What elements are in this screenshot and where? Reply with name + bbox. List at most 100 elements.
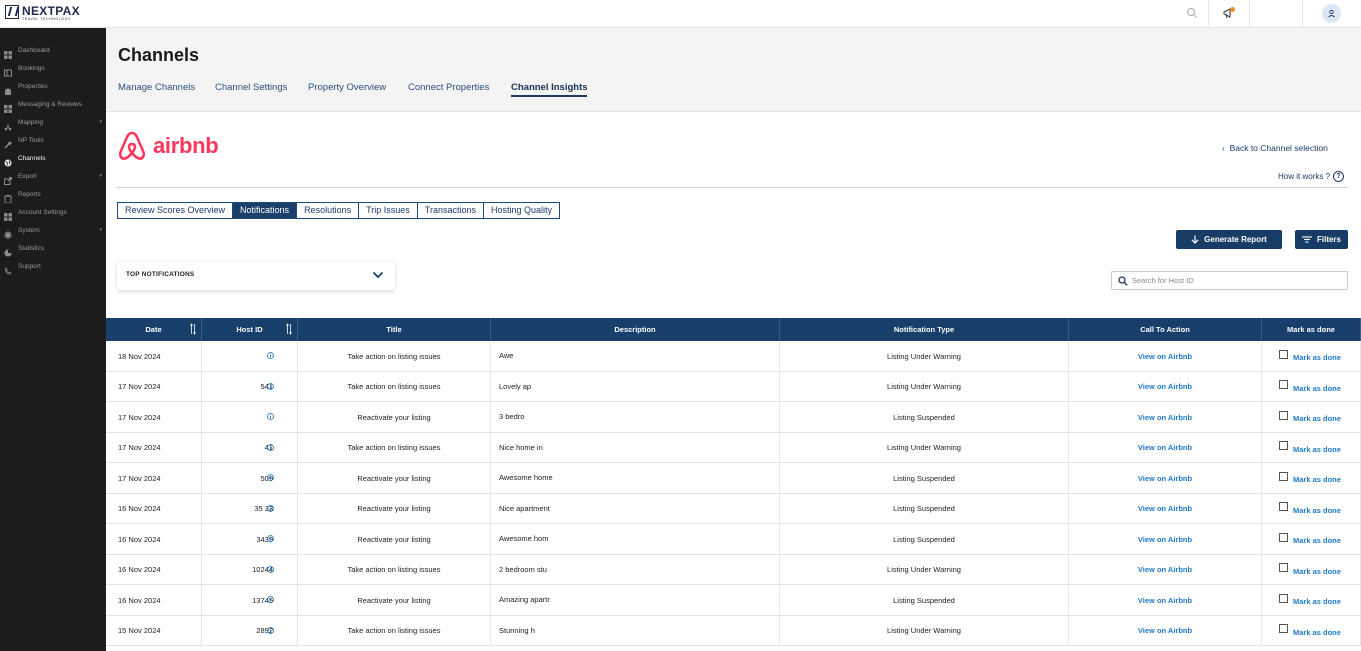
mark-as-done-toggle[interactable]: Mark as done: [1279, 441, 1341, 454]
help-icon: ?: [1333, 171, 1345, 182]
sidebar-item-dashboard[interactable]: Dashboard: [0, 41, 106, 59]
view-on-airbnb-link[interactable]: View on Airbnb: [1138, 352, 1192, 361]
airbnb-logo: airbnb: [117, 130, 219, 162]
sidebar-item-reports[interactable]: Reports: [0, 185, 106, 204]
top-notifications-dropdown[interactable]: TOP NOTIFICATIONS: [117, 262, 395, 290]
mark-as-done-checkbox[interactable]: [1279, 441, 1288, 450]
mark-as-done-toggle[interactable]: Mark as done: [1279, 593, 1341, 606]
mark-as-done-checkbox[interactable]: [1279, 593, 1288, 603]
tab-manage-channels[interactable]: Manage Channels: [118, 82, 195, 93]
nextpax-logo[interactable]: NEXTPAX TRAVEL TECHNOLOGY: [5, 5, 80, 21]
sidebar-item-channels[interactable]: Channels: [0, 149, 106, 167]
sidebar-item-support[interactable]: Support: [0, 257, 106, 275]
sidebar-item-messaging-reviews[interactable]: Messaging & Reviews: [0, 95, 106, 113]
back-to-channel-selection-link[interactable]: ‹ Back to Channel selection: [1222, 143, 1328, 153]
view-on-airbnb-link[interactable]: View on Airbnb: [1138, 504, 1192, 513]
view-on-airbnb-link[interactable]: View on Airbnb: [1138, 413, 1192, 422]
info-icon[interactable]: [267, 504, 274, 512]
sidebar-item-mapping[interactable]: Mapping ▾: [0, 113, 106, 131]
subtab-trip-issues[interactable]: Trip Issues: [359, 203, 418, 218]
mark-as-done-checkbox[interactable]: [1279, 410, 1288, 420]
sort-icon[interactable]: [190, 323, 196, 335]
view-on-airbnb-link[interactable]: View on Airbnb: [1138, 474, 1192, 483]
mark-as-done-toggle[interactable]: Mark as done: [1279, 380, 1341, 393]
tab-channel-insights[interactable]: Channel Insights: [511, 82, 588, 93]
active-tab-indicator: [511, 95, 587, 97]
cell-host-id: 509: [202, 463, 298, 493]
view-on-airbnb-link[interactable]: View on Airbnb: [1138, 382, 1192, 391]
sidebar-item-properties[interactable]: Properties: [0, 77, 106, 95]
megaphone-icon[interactable]: [1222, 6, 1236, 20]
info-icon[interactable]: [267, 352, 274, 359]
view-on-airbnb-link[interactable]: View on Airbnb: [1138, 565, 1192, 574]
sidebar-item-bookings[interactable]: Bookings: [0, 59, 106, 77]
download-arrow-icon: [1191, 235, 1199, 244]
mark-as-done-checkbox[interactable]: [1279, 624, 1288, 633]
cell-notification-type: Listing Suspended: [780, 402, 1069, 432]
cell-notification-type: Listing Under Warning: [780, 341, 1069, 371]
subtab-resolutions[interactable]: Resolutions: [297, 203, 360, 218]
view-on-airbnb-link[interactable]: View on Airbnb: [1138, 626, 1192, 635]
mapping-icon: [4, 118, 12, 131]
mark-as-done-toggle[interactable]: Mark as done: [1279, 532, 1341, 545]
tab-connect-properties[interactable]: Connect Properties: [408, 82, 489, 93]
how-it-works-link[interactable]: How it works ??: [1278, 171, 1345, 182]
mark-as-done-checkbox[interactable]: [1279, 563, 1288, 572]
mark-as-done-toggle[interactable]: Mark as done: [1279, 502, 1341, 515]
mark-as-done-checkbox[interactable]: [1279, 471, 1288, 481]
mark-as-done-checkbox[interactable]: [1279, 349, 1288, 359]
mark-as-done-toggle[interactable]: Mark as done: [1279, 624, 1341, 637]
subtab-transactions[interactable]: Transactions: [418, 203, 484, 218]
sidebar-item-statistics[interactable]: Statistics: [0, 239, 106, 257]
mark-as-done-checkbox[interactable]: [1279, 380, 1288, 389]
sort-icon[interactable]: [286, 323, 292, 335]
sidebar-item-np-tools[interactable]: NP Tools: [0, 131, 106, 149]
cell-date: 15 Nov 2024: [106, 615, 202, 646]
host-id-search-input[interactable]: [1132, 274, 1342, 287]
sidebar-item-system[interactable]: System ▾: [0, 221, 106, 239]
mark-as-done-label: Mark as done: [1293, 566, 1341, 576]
sidebar-item-export[interactable]: Export ▾: [0, 167, 106, 185]
tab-property-overview[interactable]: Property Overview: [308, 82, 386, 93]
subtab-review-scores-overview[interactable]: Review Scores Overview: [118, 203, 234, 218]
sidebar-item-label: Support: [18, 262, 41, 270]
mark-as-done-checkbox[interactable]: [1279, 532, 1288, 542]
mark-as-done-checkbox[interactable]: [1279, 502, 1288, 511]
mark-as-done-toggle[interactable]: Mark as done: [1279, 563, 1341, 576]
column-header-host-id[interactable]: Host ID: [202, 318, 298, 341]
info-icon[interactable]: [267, 413, 274, 420]
column-header-label: Notification Type: [893, 325, 955, 334]
view-on-airbnb-link[interactable]: View on Airbnb: [1138, 535, 1192, 544]
cell-mark-as-done: Mark as done: [1262, 463, 1361, 493]
column-header-date[interactable]: Date: [106, 318, 202, 341]
mark-as-done-toggle[interactable]: Mark as done: [1279, 349, 1341, 362]
search-icon[interactable]: [1186, 7, 1198, 19]
subtab-hosting-quality[interactable]: Hosting Quality: [484, 203, 559, 218]
mark-as-done-toggle[interactable]: Mark as done: [1279, 471, 1341, 484]
sidebar-item-account-settings[interactable]: Account Settings: [0, 203, 106, 221]
cell-notification-type: Listing Suspended: [780, 463, 1069, 493]
cell-call-to-action: View on Airbnb: [1069, 615, 1262, 646]
title-value: Reactivate your listing: [357, 534, 431, 544]
info-icon[interactable]: [267, 626, 274, 634]
filters-button[interactable]: Filters: [1295, 230, 1348, 249]
host-id-search[interactable]: [1111, 271, 1348, 290]
avatar[interactable]: [1322, 4, 1341, 23]
info-icon[interactable]: [267, 596, 274, 603]
cell-call-to-action: View on Airbnb: [1069, 585, 1262, 615]
info-icon[interactable]: [267, 565, 274, 573]
tab-channel-settings[interactable]: Channel Settings: [215, 82, 287, 93]
view-on-airbnb-link[interactable]: View on Airbnb: [1138, 443, 1192, 452]
table-row: 17 Nov 2024 509 Reactivate your listing Awe…: [106, 463, 1361, 494]
table-row: 17 Nov 2024 41 Take action on listing issu…: [106, 432, 1361, 463]
generate-report-button[interactable]: Generate Report: [1176, 230, 1282, 249]
info-icon[interactable]: [267, 474, 274, 481]
info-icon[interactable]: [267, 382, 274, 390]
subtab-notifications[interactable]: Notifications: [233, 203, 298, 218]
grid-icon: [4, 100, 12, 113]
info-icon[interactable]: [267, 535, 274, 542]
notification-type-value: Listing Under Warning: [887, 382, 961, 391]
info-icon[interactable]: [267, 443, 274, 451]
view-on-airbnb-link[interactable]: View on Airbnb: [1138, 596, 1192, 605]
mark-as-done-toggle[interactable]: Mark as done: [1279, 410, 1341, 423]
